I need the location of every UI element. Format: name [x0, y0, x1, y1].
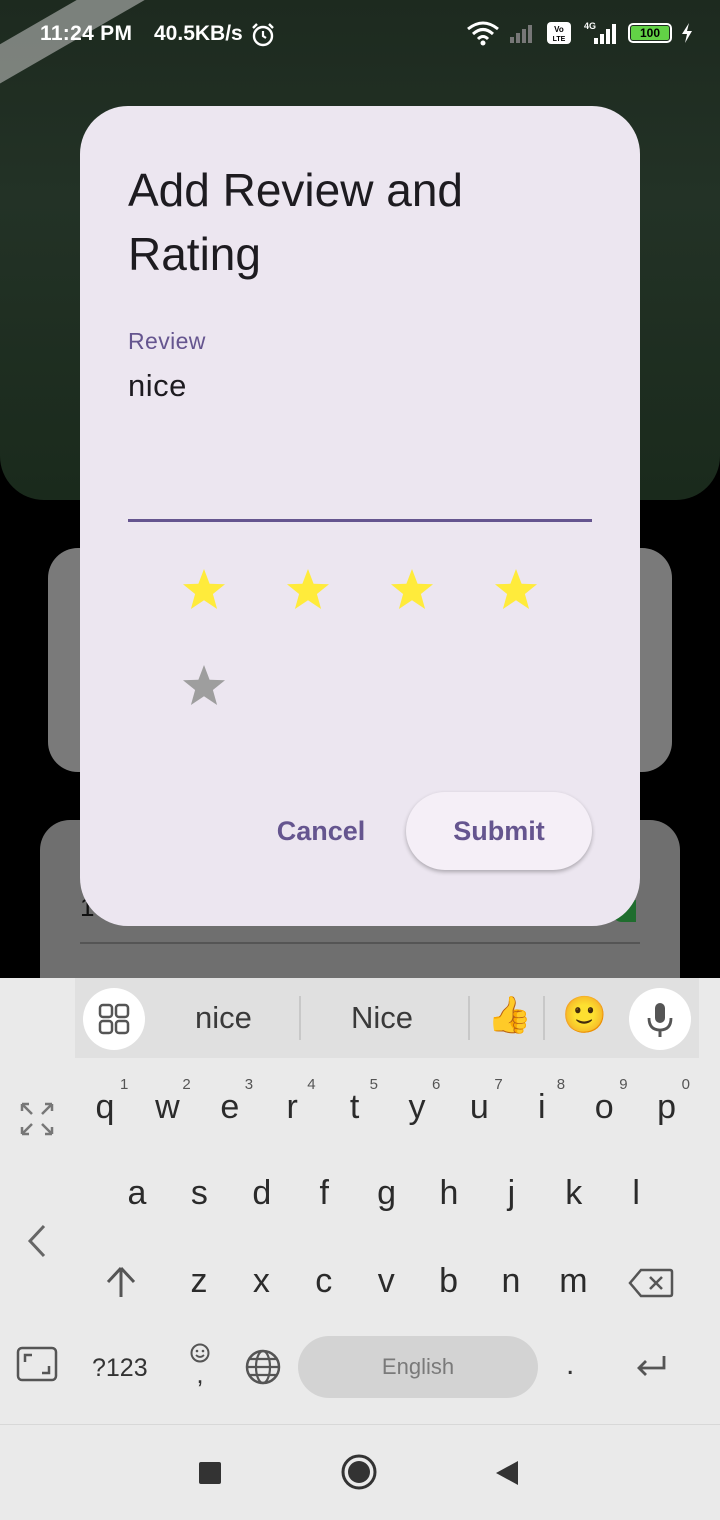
wifi-icon [467, 21, 499, 46]
alarm-icon [252, 23, 274, 47]
period-key[interactable]: . [566, 1348, 574, 1382]
back-icon[interactable] [494, 1459, 520, 1487]
key-v[interactable]: v [361, 1262, 411, 1301]
grid-icon [98, 1003, 130, 1035]
rating-star-icon[interactable] [180, 566, 228, 614]
review-field-label: Review [128, 328, 206, 354]
rating-star-icon[interactable] [388, 566, 436, 614]
cancel-button[interactable]: Cancel [256, 792, 386, 870]
key-j[interactable]: j [486, 1174, 536, 1213]
suggestion-bar: nice Nice 👍 🙂 [75, 978, 699, 1058]
key-hint: 8 [556, 1076, 566, 1093]
emoji-comma-key[interactable]: , [186, 1342, 214, 1389]
key-h[interactable]: h [424, 1174, 474, 1213]
key-s[interactable]: s [174, 1174, 224, 1213]
key-b[interactable]: b [424, 1262, 474, 1301]
keyboard-resize-icon[interactable] [16, 1346, 58, 1382]
key-a[interactable]: a [112, 1174, 162, 1213]
emoji-suggestion-thumbs-up[interactable]: 👍 [487, 994, 532, 1036]
shift-icon[interactable] [104, 1264, 138, 1300]
suggestion-word[interactable]: Nice [351, 1000, 413, 1036]
keyboard-apps-button[interactable] [83, 988, 145, 1050]
battery-icon: 100 [628, 23, 672, 43]
globe-icon[interactable] [244, 1348, 282, 1386]
key-d[interactable]: d [237, 1174, 287, 1213]
backspace-icon[interactable] [628, 1268, 674, 1298]
key-hint: 0 [681, 1076, 690, 1093]
rating-star-icon[interactable] [180, 662, 228, 710]
svg-text:4G: 4G [584, 21, 596, 31]
rating-star-icon[interactable] [284, 566, 332, 614]
svg-text:Vo: Vo [554, 25, 564, 34]
signal-4g-icon: 4G [584, 21, 616, 44]
expand-keyboard-icon[interactable] [18, 1100, 56, 1138]
key-hint: 1 [120, 1076, 129, 1093]
key-hint: 7 [494, 1076, 503, 1093]
key-y[interactable]: y [392, 1088, 442, 1127]
key-hint: 3 [244, 1076, 254, 1093]
key-z[interactable]: z [174, 1262, 224, 1301]
key-o[interactable]: o [579, 1088, 629, 1127]
key-x[interactable]: x [236, 1262, 286, 1301]
emoji-suggestion-smile[interactable]: 🙂 [562, 994, 607, 1036]
key-u[interactable]: u [454, 1088, 504, 1127]
key-q[interactable]: q [80, 1088, 130, 1127]
soft-keyboard: nice Nice 👍 🙂 q1w2e3r4t5y6u7i8o9p0 asdfg… [0, 978, 720, 1424]
key-hint: 6 [432, 1076, 441, 1093]
key-hint: 2 [182, 1076, 191, 1093]
space-bar[interactable]: English [298, 1336, 538, 1398]
charging-icon [682, 23, 692, 43]
enter-icon[interactable] [634, 1352, 668, 1382]
status-network-speed: 40.5KB/s [154, 22, 243, 45]
background-divider [80, 942, 640, 944]
home-icon[interactable] [340, 1453, 378, 1491]
key-c[interactable]: c [299, 1262, 349, 1301]
key-f[interactable]: f [299, 1174, 349, 1213]
key-i[interactable]: i [517, 1088, 567, 1127]
key-t[interactable]: t [330, 1088, 380, 1127]
status-bar: 11:24 PM 40.5KB/s Vo LTE 4G 100 [0, 0, 720, 70]
recents-icon[interactable] [198, 1461, 222, 1485]
suggestion-divider [543, 996, 545, 1040]
signal-weak-icon [510, 25, 532, 43]
key-hint: 9 [619, 1076, 628, 1093]
rating-star-icon[interactable] [492, 566, 540, 614]
comma-label: , [196, 1359, 204, 1389]
cursor-left-icon[interactable] [24, 1222, 50, 1260]
suggestion-divider [299, 996, 301, 1040]
volte-icon: Vo LTE [547, 22, 571, 44]
key-w[interactable]: w [142, 1088, 192, 1127]
key-k[interactable]: k [549, 1174, 599, 1213]
battery-level: 100 [631, 26, 669, 40]
key-l[interactable]: l [611, 1174, 661, 1213]
key-e[interactable]: e [205, 1088, 255, 1127]
dialog-title: Add Review and Rating [128, 164, 463, 280]
suggestion-divider [468, 996, 470, 1040]
key-hint: 4 [307, 1076, 316, 1093]
review-input[interactable]: nice [128, 368, 187, 404]
key-n[interactable]: n [486, 1262, 536, 1301]
key-g[interactable]: g [362, 1174, 412, 1213]
review-dialog: Add Review and Rating Review nice Cancel… [80, 106, 640, 926]
key-m[interactable]: m [548, 1262, 598, 1301]
microphone-icon [647, 1003, 673, 1037]
voice-input-button[interactable] [629, 988, 691, 1050]
review-input-underline [128, 519, 592, 522]
svg-text:LTE: LTE [553, 36, 566, 43]
screen: { "status_bar": { "time": "11:24 PM", "n… [0, 0, 720, 1520]
submit-button[interactable]: Submit [406, 792, 592, 870]
key-r[interactable]: r [267, 1088, 317, 1127]
navigation-bar [0, 1424, 720, 1520]
suggestion-word[interactable]: nice [195, 1000, 252, 1036]
symbols-key[interactable]: ?123 [92, 1354, 148, 1383]
key-p[interactable]: p [642, 1088, 692, 1127]
status-time: 11:24 PM [40, 22, 133, 45]
key-hint: 5 [369, 1076, 378, 1093]
